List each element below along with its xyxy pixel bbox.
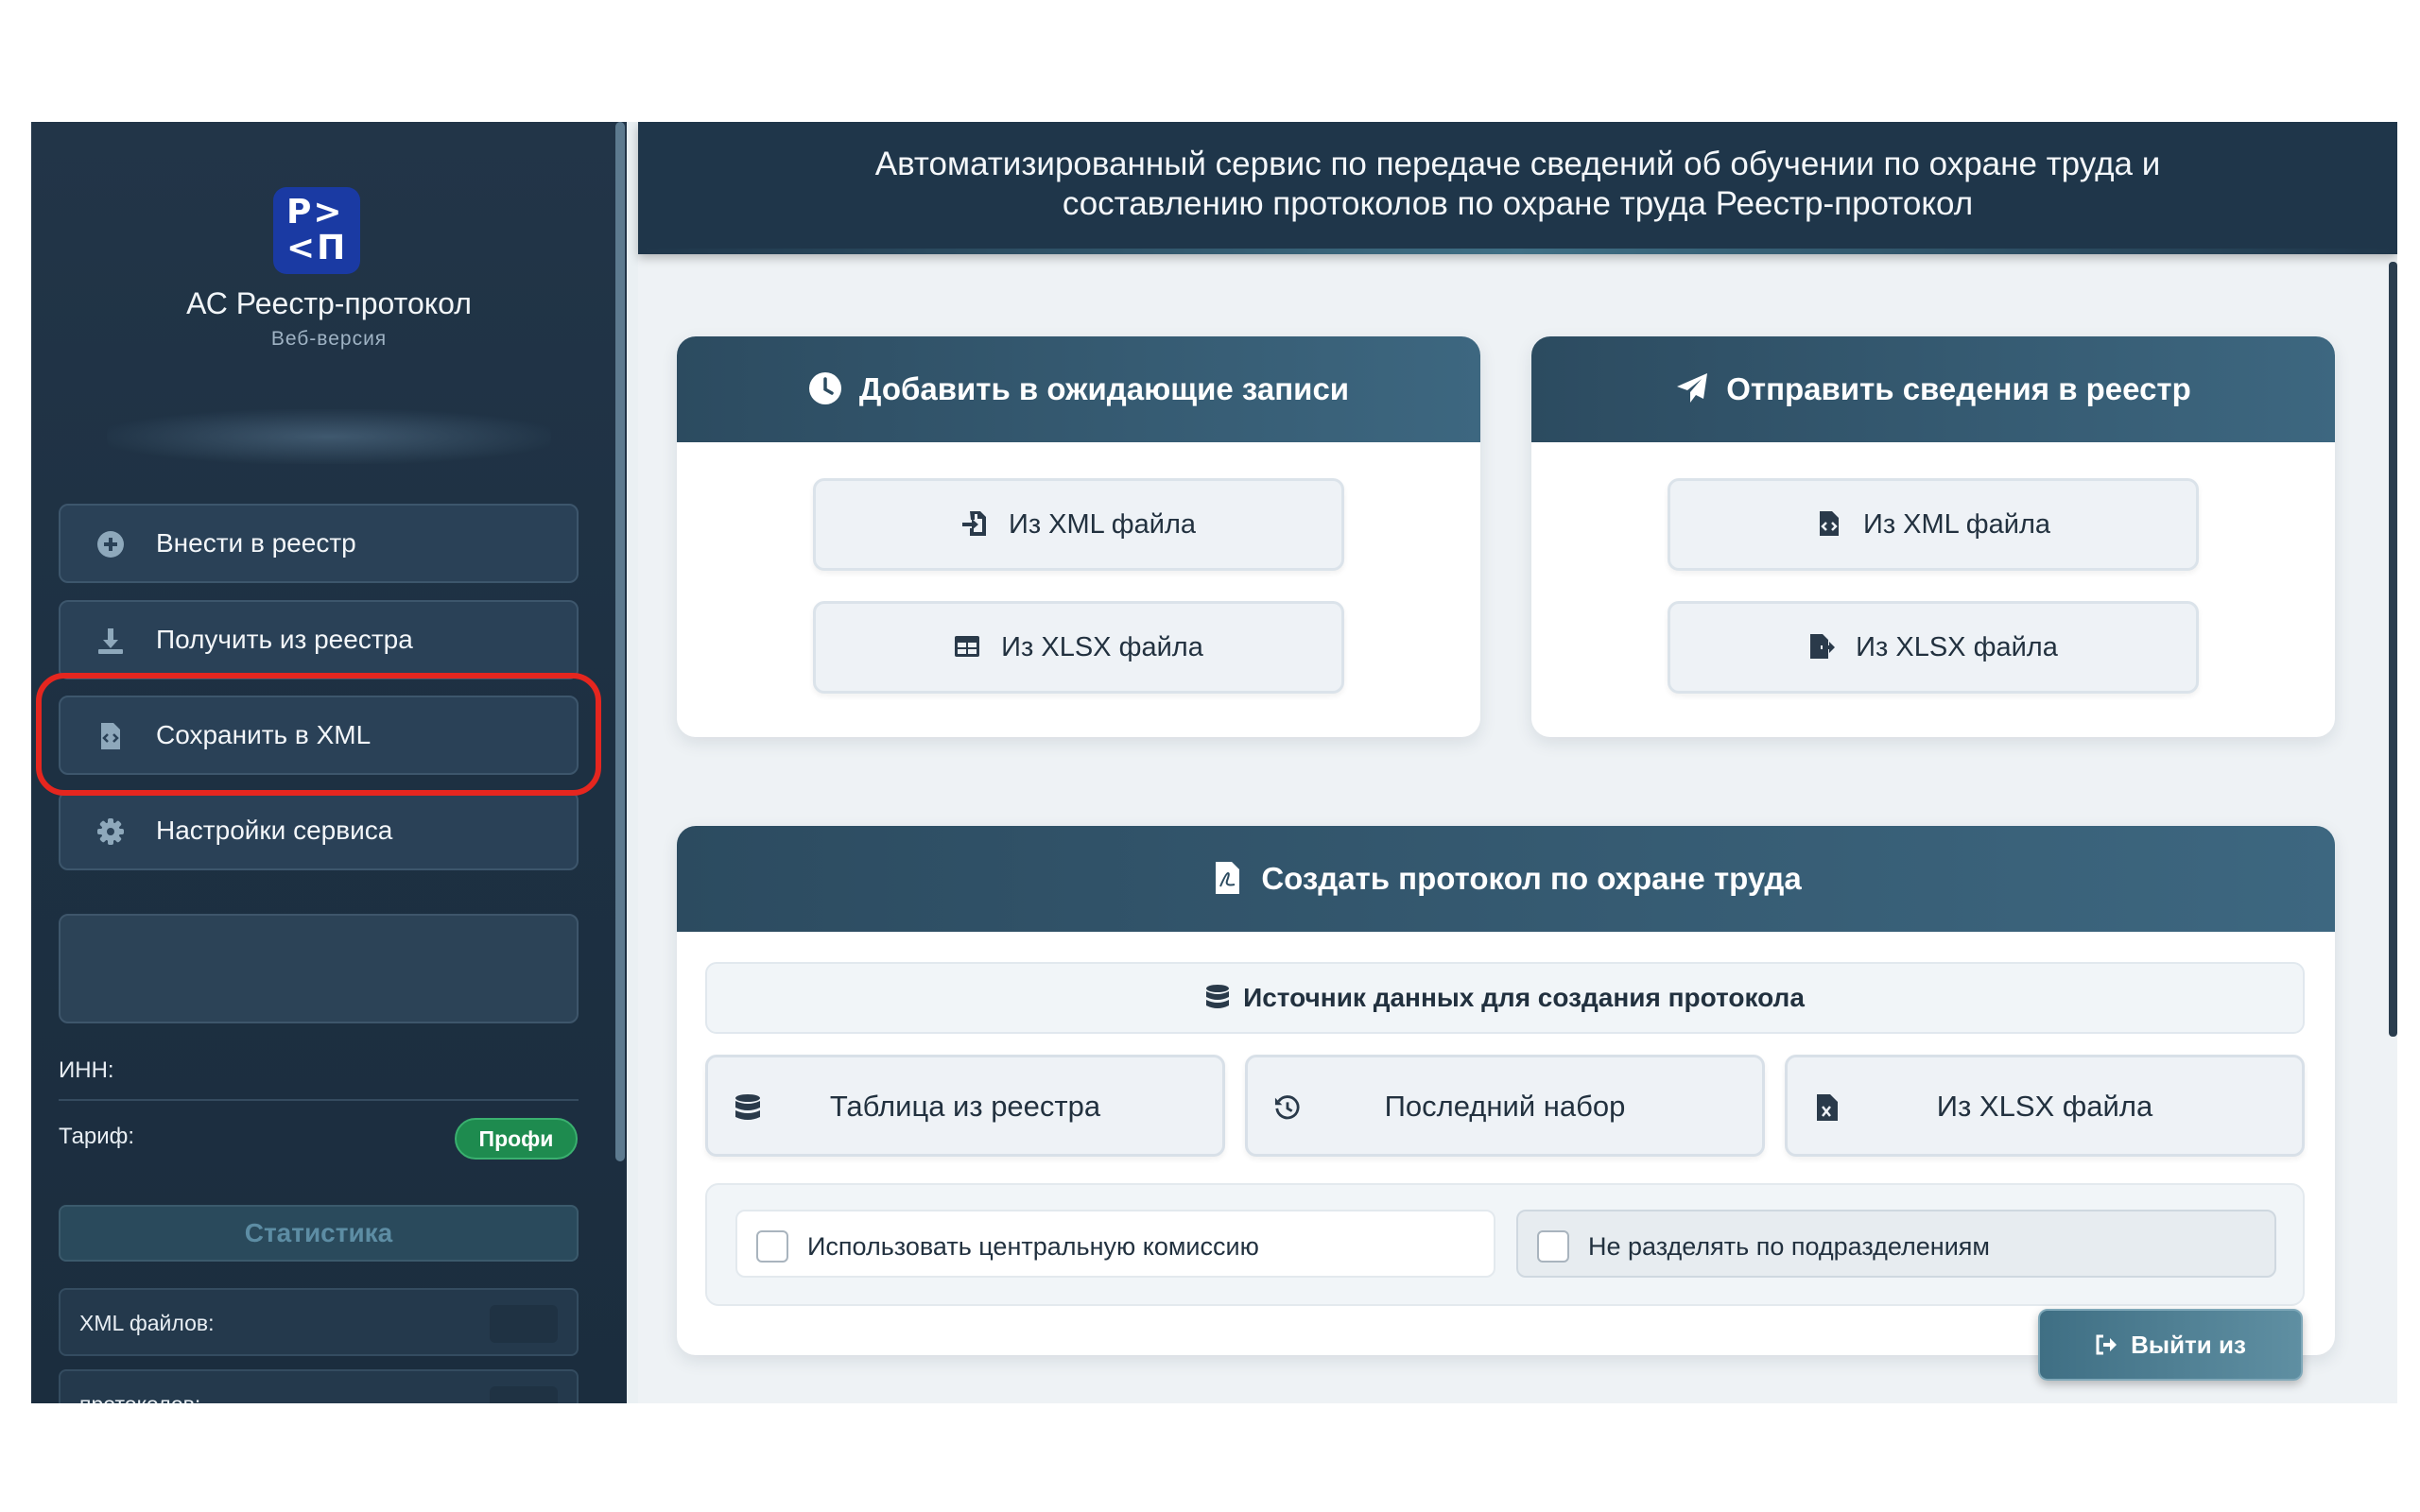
source-label: Последний набор <box>1384 1090 1626 1123</box>
user-info-box <box>59 914 579 1023</box>
file-pdf-icon <box>1216 862 1240 894</box>
sidebar: Р> <П АС Реестр-протокол Веб-версия Внес… <box>31 122 627 1403</box>
card-title: Отправить сведения в реестр <box>1726 371 2191 406</box>
divider <box>59 1099 579 1101</box>
stat-label: протоколов: <box>79 1392 200 1403</box>
nav-item-label: Внести в реестр <box>156 528 356 558</box>
source-label: Таблица из реестра <box>829 1090 1101 1123</box>
app-title: АС Реестр-протокол <box>186 286 472 320</box>
pending-records-card: Добавить в ожидающие записи Из XML файла… <box>677 336 1480 737</box>
app-subtitle: Веб-версия <box>270 328 388 350</box>
nav-get-from-registry-button[interactable]: Получить из реестра <box>59 600 579 679</box>
app-window: Р> <П АС Реестр-протокол Веб-версия Внес… <box>31 122 2397 1403</box>
gear-icon <box>97 818 124 845</box>
nav-item-label: Получить из реестра <box>156 625 413 654</box>
nav-item-label: Настройки сервиса <box>156 816 393 845</box>
pending-from-xlsx-button[interactable]: Из XLSX файла <box>813 601 1344 694</box>
database-icon <box>1206 985 1230 1008</box>
logout-button[interactable]: Выйти из системы <box>2038 1309 2303 1403</box>
logout-label: Выйти из системы <box>2117 1331 2246 1403</box>
page-title-line1: Автоматизированный сервис по передаче св… <box>874 146 2161 182</box>
inn-label: ИНН: <box>59 1057 114 1083</box>
stat-value <box>490 1305 558 1343</box>
header-underline <box>638 249 2397 254</box>
tariff-label: Тариф: <box>59 1124 135 1149</box>
send-from-xml-button[interactable]: Из XML файла <box>1668 478 2199 571</box>
file-code-icon <box>1819 511 1839 536</box>
source-registry-table-button[interactable]: Таблица из реестра <box>705 1055 1225 1157</box>
logo-text-top: Р> <box>286 193 344 232</box>
annotation-highlight-box <box>36 673 601 796</box>
stat-row-xml: XML файлов: <box>59 1288 579 1356</box>
logo-text-bottom: <П <box>286 229 348 267</box>
app-logo: Р> <П <box>273 187 360 274</box>
pending-from-xml-button[interactable]: Из XML файла <box>813 478 1344 571</box>
download-icon <box>98 628 123 654</box>
protocol-options: Использовать центральную комиссию Не раз… <box>705 1183 2305 1306</box>
card-title: Создать протокол по охране труда <box>1261 861 1802 896</box>
option-label: Не разделять по подразделениям <box>1588 1232 1990 1261</box>
main-scrollbar[interactable] <box>2389 262 2397 1037</box>
card-header: Отправить сведения в реестр <box>1531 336 2335 442</box>
option-label: Использовать центральную комиссию <box>807 1232 1259 1261</box>
data-source-header: Источник данных для создания протокола <box>705 962 2305 1034</box>
central-commission-checkbox[interactable] <box>756 1230 788 1263</box>
sidebar-glow-divider <box>107 409 551 464</box>
tariff-badge: Профи <box>455 1118 578 1160</box>
file-import-icon <box>961 511 986 536</box>
page-header: Автоматизированный сервис по передаче св… <box>638 122 2397 254</box>
source-label: Из XLSX файла <box>1936 1090 2153 1123</box>
no-split-departments-option[interactable]: Не разделять по подразделениям <box>1516 1210 2276 1278</box>
stat-row-protocols: протоколов: <box>59 1369 579 1403</box>
no-split-departments-checkbox[interactable] <box>1537 1230 1569 1263</box>
button-label: Из XML файла <box>1862 509 2051 540</box>
page-title-line2: составлению протоколов по охране труда Р… <box>1062 185 1974 222</box>
plus-circle-icon <box>97 531 124 558</box>
page: Р> <П АС Реестр-протокол Веб-версия Внес… <box>0 0 2420 1512</box>
central-commission-option[interactable]: Использовать центральную комиссию <box>735 1210 1495 1278</box>
source-last-set-button[interactable]: Последний набор <box>1245 1055 1765 1157</box>
data-source-title: Источник данных для создания протокола <box>1243 983 1805 1012</box>
card-header: Добавить в ожидающие записи <box>677 336 1480 442</box>
create-protocol-card: Создать протокол по охране труда Источни… <box>677 826 2335 1355</box>
sign-out-icon <box>2096 1334 2118 1355</box>
stats-header: Статистика <box>59 1205 579 1262</box>
card-title: Добавить в ожидающие записи <box>858 371 1350 406</box>
nav-settings-button[interactable]: Настройки сервиса <box>59 791 579 870</box>
send-from-xlsx-button[interactable]: Из XLSX файла <box>1668 601 2199 694</box>
sidebar-divider <box>627 122 638 1403</box>
stat-value <box>490 1386 558 1403</box>
nav-add-to-registry-button[interactable]: Внести в реестр <box>59 504 579 583</box>
button-label: Из XML файла <box>1008 509 1197 540</box>
card-header: Создать протокол по охране труда <box>677 826 2335 932</box>
stat-label: XML файлов: <box>79 1311 215 1335</box>
source-xlsx-button[interactable]: Из XLSX файла <box>1785 1055 2305 1157</box>
table-icon <box>955 636 980 657</box>
button-label: Из XLSX файла <box>1001 632 1203 662</box>
file-export-icon <box>1810 634 1836 659</box>
paper-plane-icon <box>1677 373 1708 403</box>
button-label: Из XLSX файла <box>1856 632 2058 662</box>
page-title: Автоматизированный сервис по передаче св… <box>638 145 2397 224</box>
send-to-registry-card: Отправить сведения в реестр Из XML файла… <box>1531 336 2335 737</box>
clock-icon <box>808 372 841 404</box>
sidebar-scrollbar[interactable] <box>615 122 625 1161</box>
